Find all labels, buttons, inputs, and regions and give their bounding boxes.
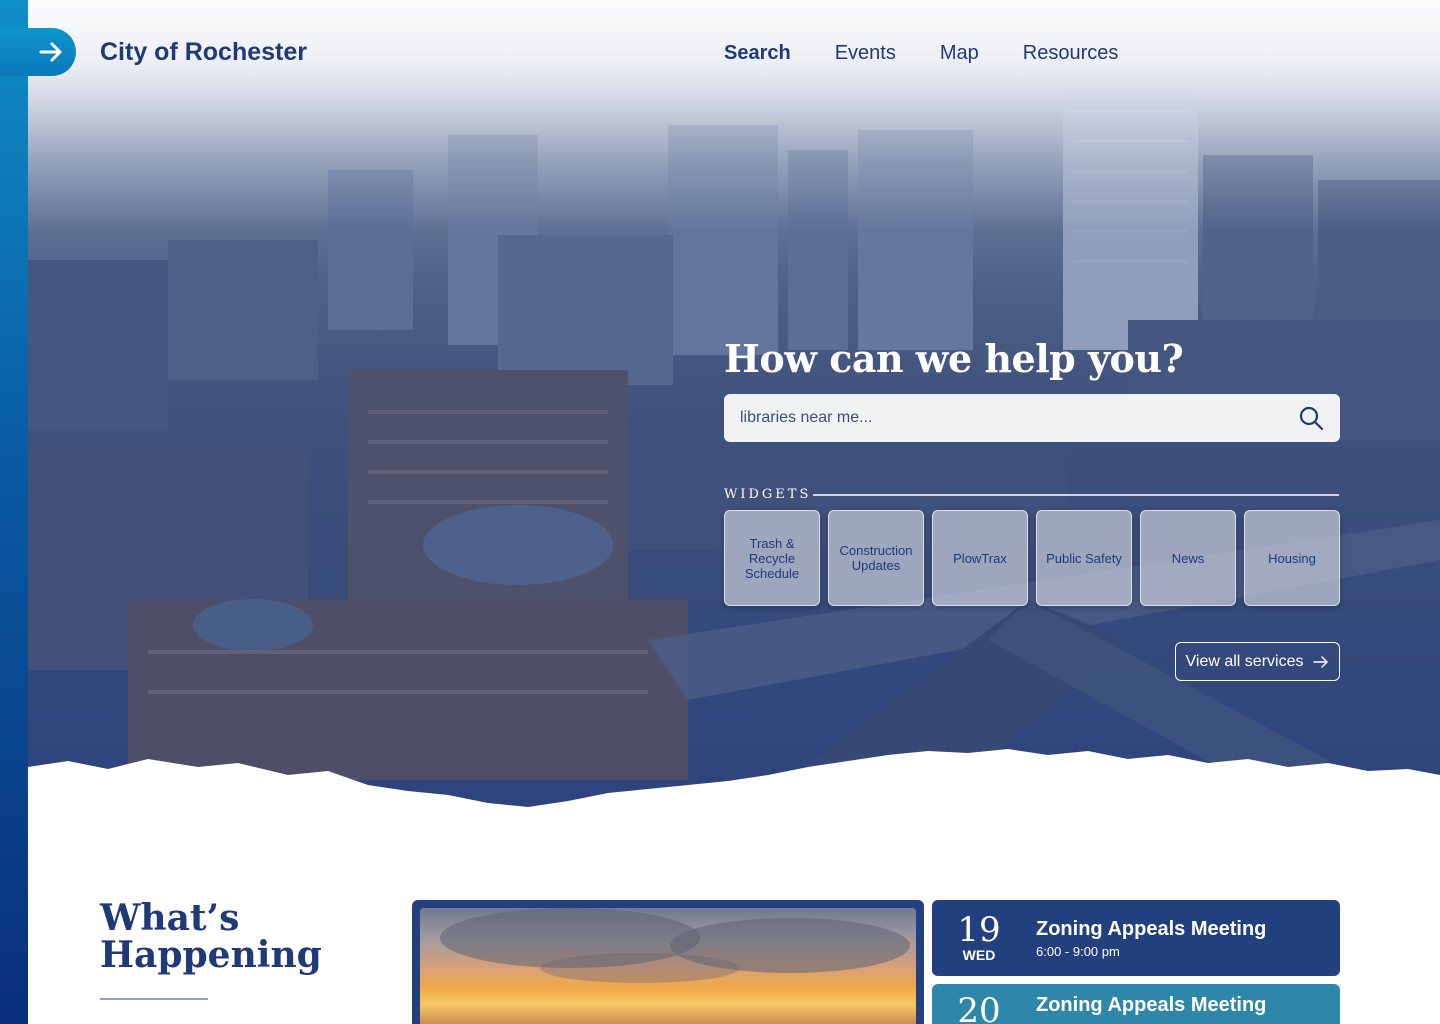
event-info: Zoning Appeals Meeting <box>1026 994 1266 1017</box>
sunset-image <box>420 908 916 1024</box>
event-card[interactable]: 20 Zoning Appeals Meeting <box>932 984 1340 1024</box>
view-all-services-button[interactable]: View all services <box>1175 642 1340 681</box>
torn-paper-edge <box>28 749 1440 865</box>
view-all-label: View all services <box>1185 652 1304 670</box>
nav-search[interactable]: Search <box>724 42 791 65</box>
search-icon[interactable] <box>1298 405 1324 431</box>
event-date: 19 WED <box>932 913 1026 963</box>
widget-housing[interactable]: Housing <box>1244 510 1340 606</box>
event-info: Zoning Appeals Meeting 6:00 - 9:00 pm <box>1026 918 1266 959</box>
event-title: Zoning Appeals Meeting <box>1036 917 1267 940</box>
hero-heading: How can we help you? <box>724 336 1184 381</box>
nav-map[interactable]: Map <box>940 42 979 65</box>
event-date: 20 <box>932 994 1026 1024</box>
side-rail <box>0 0 28 1024</box>
widget-trash-recycle[interactable]: Trash & Recycle Schedule <box>724 510 820 606</box>
event-card[interactable]: 19 WED Zoning Appeals Meeting 6:00 - 9:0… <box>932 900 1340 976</box>
heading-line-1: What’s <box>100 897 240 939</box>
nav-events[interactable]: Events <box>835 42 896 65</box>
section-divider <box>100 998 208 1000</box>
heading-line-2: Happening <box>100 934 322 976</box>
arrow-right-icon <box>1313 655 1329 668</box>
event-day: 19 <box>957 910 1001 950</box>
widgets-heading: WIDGETS <box>724 487 812 502</box>
arrow-right-icon <box>39 42 62 62</box>
widget-plowtrax[interactable]: PlowTrax <box>932 510 1028 606</box>
nav-resources[interactable]: Resources <box>1023 42 1119 65</box>
section-heading-whats-happening: What’s Happening <box>100 900 322 974</box>
event-time: 6:00 - 9:00 pm <box>1036 943 1120 959</box>
widgets-row: Trash & Recycle Schedule Construction Up… <box>724 510 1340 606</box>
event-title: Zoning Appeals Meeting <box>1036 994 1267 1016</box>
hero-top-fade <box>28 0 1440 230</box>
menu-toggle-button[interactable] <box>0 28 76 76</box>
featured-story-card[interactable] <box>412 900 924 1024</box>
search-bar <box>724 394 1340 442</box>
search-input[interactable] <box>740 409 1298 427</box>
event-day: 20 <box>957 991 1001 1024</box>
widgets-divider <box>813 494 1339 496</box>
widget-public-safety[interactable]: Public Safety <box>1036 510 1132 606</box>
site-logo-text[interactable]: City of Rochester <box>100 38 307 67</box>
main-nav: Search Events Map Resources <box>724 42 1118 65</box>
event-weekday: WED <box>962 947 996 963</box>
widget-news[interactable]: News <box>1140 510 1236 606</box>
widget-construction-updates[interactable]: Construction Updates <box>828 510 924 606</box>
